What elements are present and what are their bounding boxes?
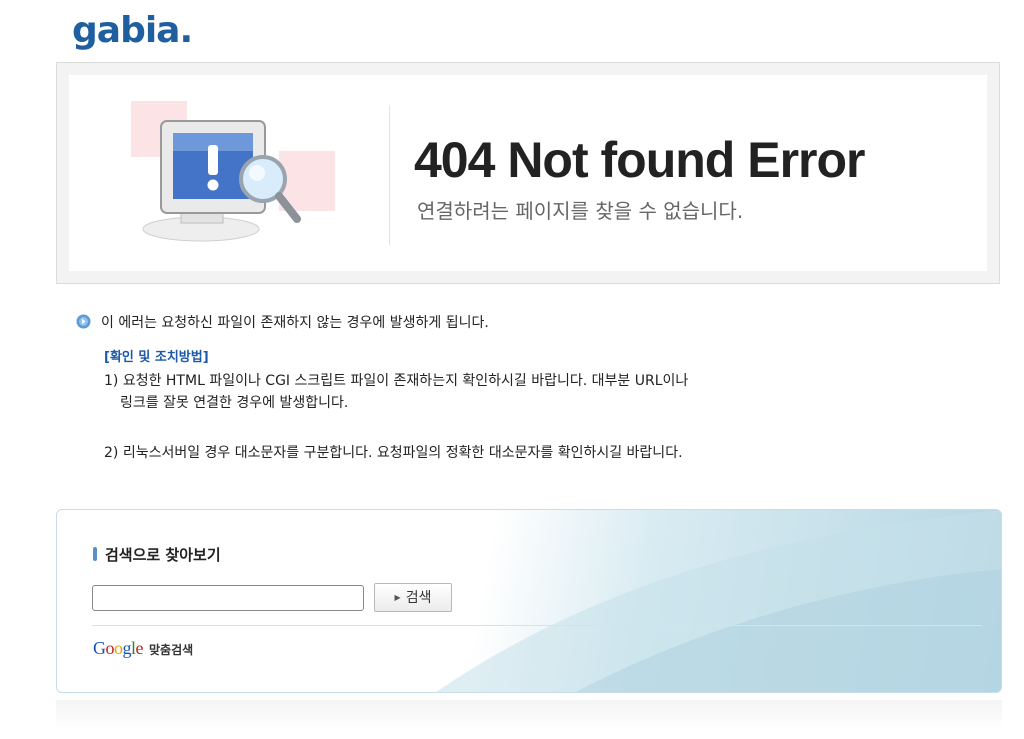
vertical-divider (389, 105, 390, 245)
info-message-text: 이 에러는 요청하신 파일이 존재하지 않는 경우에 발생하게 됩니다. (101, 315, 489, 331)
error-panel: 404 Not found Error 연결하려는 페이지를 찾을 수 없습니다… (56, 62, 1000, 284)
google-custom-search[interactable]: Google 맞춤검색 (93, 638, 193, 659)
help-step-1-line-2: 링크를 잘못 연결한 경우에 발생합니다. (120, 395, 349, 411)
google-letter: o (105, 638, 115, 658)
logo-dot: . (179, 10, 193, 51)
error-subtitle: 연결하려는 페이지를 찾을 수 없습니다. (417, 199, 744, 223)
search-divider (92, 625, 982, 626)
title-bar-icon (93, 547, 97, 561)
search-button[interactable]: ▶ 검색 (374, 583, 452, 612)
error-title: 404 Not found Error (414, 132, 865, 188)
logo-text: gabia (72, 10, 180, 51)
gabia-logo[interactable]: gabia. (72, 10, 193, 51)
search-button-label: 검색 (405, 590, 432, 606)
help-step-2: 2) 리눅스서버일 경우 대소문자를 구분합니다. 요청파일의 정확한 대소문자… (104, 445, 683, 461)
google-letter: e (135, 638, 144, 658)
info-message: 이 에러는 요청하신 파일이 존재하지 않는 경우에 발생하게 됩니다. (76, 312, 489, 332)
help-step-1-line-1: 1) 요청한 HTML 파일이나 CGI 스크립트 파일이 존재하는지 확인하시… (104, 373, 689, 389)
arrow-bullet-icon (76, 314, 91, 329)
bottom-shadow (56, 700, 1002, 730)
google-letter: g (122, 638, 132, 658)
triangle-right-icon: ▶ (394, 593, 401, 602)
search-title-text: 검색으로 찾아보기 (105, 546, 221, 564)
help-heading: [확인 및 조치방법] (104, 350, 209, 365)
search-input[interactable] (92, 585, 364, 611)
search-title: 검색으로 찾아보기 (93, 544, 221, 565)
google-custom-search-label: 맞춤검색 (149, 643, 194, 657)
help-step-1: 1) 요청한 HTML 파일이나 CGI 스크립트 파일이 존재하는지 확인하시… (104, 370, 688, 414)
monitor-magnifier-icon (131, 101, 335, 242)
error-panel-inner: 404 Not found Error 연결하려는 페이지를 찾을 수 없습니다… (69, 75, 987, 271)
google-letter: G (93, 638, 106, 658)
google-logo: Google (93, 638, 143, 658)
google-letter: o (114, 638, 123, 658)
search-panel: 검색으로 찾아보기 ▶ 검색 Google 맞춤검색 (56, 509, 1002, 693)
